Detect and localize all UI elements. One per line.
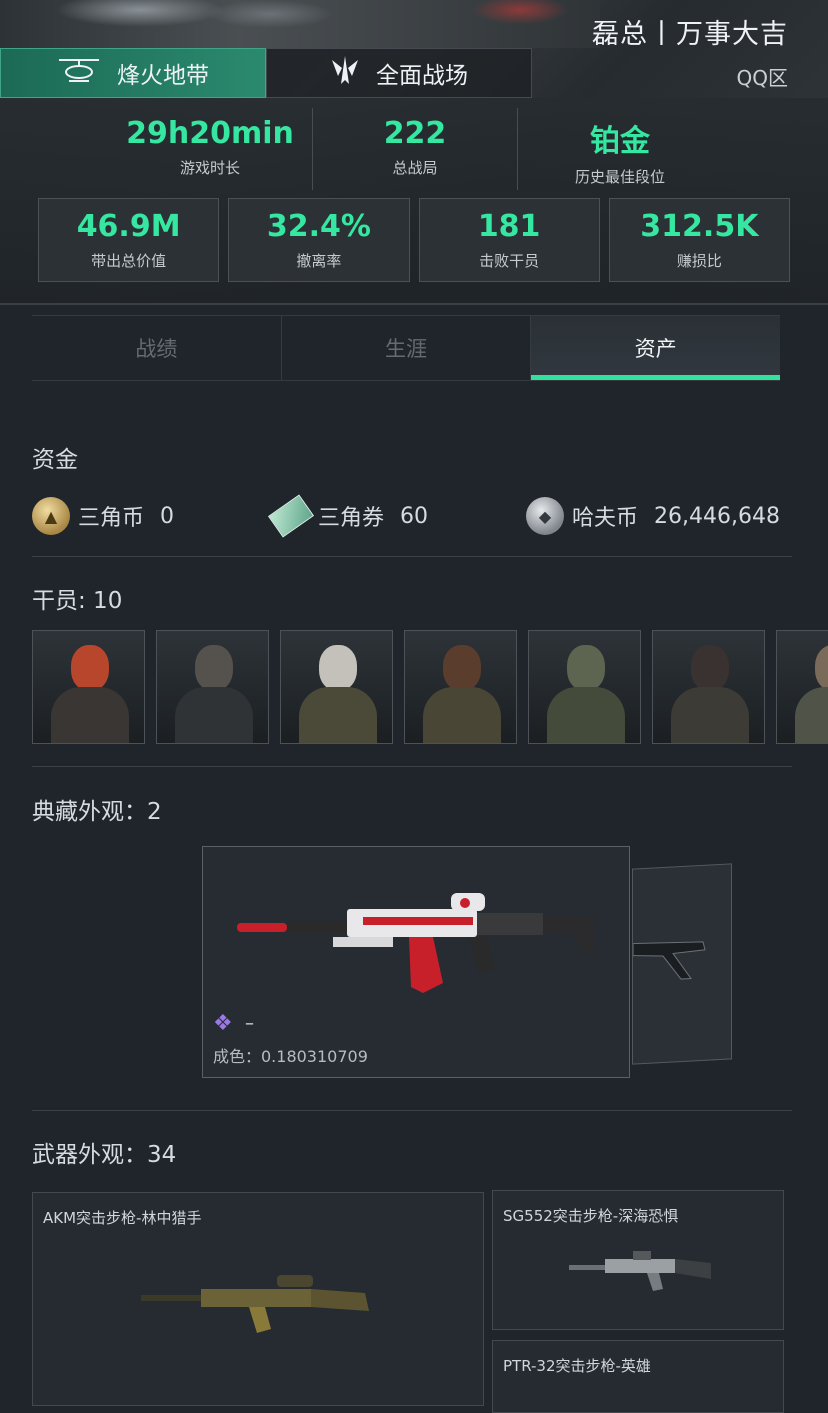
detail-stats: 46.9M 带出总价值 32.4% 撤离率 181 击败干员 312.5K 赚损… [38,198,790,282]
collection-card-next[interactable] [632,863,732,1065]
agent-card[interactable] [32,630,145,744]
agent-card[interactable] [156,630,269,744]
skin-wear: 成色：0.180310709 [213,1047,368,1066]
rifle-image [237,893,593,993]
currency-triangle-coin: ▲ 三角币 0 [32,497,272,535]
funds-title: 资金 [32,447,78,473]
agent-card[interactable] [280,630,393,744]
stat-best-rank: 铂金 历史最佳段位 [518,108,722,190]
agent-portrait [443,645,481,691]
stats-panel: 29h20min 游戏时长 222 总战局 铂金 历史最佳段位 46.9M 带出… [0,98,828,305]
currency-name: 三角币 [78,506,145,531]
section-tabs: 战绩 生涯 资产 [32,315,781,381]
currency-value: 60 [400,503,429,529]
weapon-skin-card[interactable]: PTR-32突击步枪-英雄 [492,1340,784,1413]
divider [32,766,792,767]
stat-value: 29h20min [126,116,294,151]
stat-agents-defeated: 181 击败干员 [418,198,600,282]
agent-portrait [319,645,357,691]
agent-portrait [567,645,605,691]
stat-total-value: 46.9M 带出总价值 [38,198,220,282]
agent-card[interactable] [652,630,765,744]
stat-label: 历史最佳段位 [574,168,665,186]
weapon-skin-name: AKM突击步枪-林中猎手 [43,1209,202,1227]
tab-mode-battlefield[interactable]: 全面战场 [266,48,532,98]
mode-tabs: 烽火地带 全面战场 [0,48,532,98]
divider [32,1110,792,1111]
currency-row: ▲ 三角币 0 三角券 60 ◆ 哈夫币 26,446,648 [32,494,792,538]
stat-label: 击败干员 [479,252,540,270]
player-name: 磊总丨万事大吉 [592,19,788,50]
currency-value: 0 [160,503,175,529]
helicopter-icon [57,55,101,91]
weapon-skin-name: SG552突击步枪-深海恐惧 [503,1207,679,1225]
stat-label: 带出总价值 [91,252,167,270]
collection-title: 典藏外观：2 [32,799,162,825]
stat-extract-rate: 32.4% 撤离率 [228,198,410,282]
currency-value: 26,446,648 [654,503,780,529]
tab-assets[interactable]: 资产 [530,316,781,380]
skin-name: – [245,1013,254,1034]
weapon-skin-card[interactable]: AKM突击步枪-林中猎手 [32,1192,484,1406]
stat-value: 32.4% [266,209,371,244]
tab-record[interactable]: 战绩 [32,316,281,380]
currency-name: 三角券 [318,506,385,531]
rifle-image [569,1251,711,1291]
triangle-coin-icon: ▲ [32,497,70,535]
tab-mode-label: 烽火地带 [117,63,209,89]
agent-card[interactable] [404,630,517,744]
collection-card[interactable]: ❖ – 成色：0.180310709 [202,846,630,1078]
stat-label: 赚损比 [676,252,722,270]
weapon-skins-title: 武器外观：34 [32,1142,177,1168]
stat-profit-ratio: 312.5K 赚损比 [608,198,790,282]
stat-value: 铂金 [590,124,650,159]
rarity-icon: ❖ [213,1011,233,1036]
currency-triangle-ticket: 三角券 60 [267,494,526,538]
weapon-skin-name: PTR-32突击步枪-英雄 [503,1357,651,1375]
agent-portrait [195,645,233,691]
agent-portrait [815,645,828,691]
stat-value: 46.9M [76,209,181,244]
tab-mode-operations[interactable]: 烽火地带 [0,48,266,98]
divider [32,556,792,557]
agent-list [32,630,828,744]
agent-portrait [71,645,109,691]
region-label: QQ区 [736,66,788,90]
stat-value: 312.5K [640,209,759,244]
stat-total-matches: 222 总战局 [313,108,518,190]
tab-career[interactable]: 生涯 [280,316,531,380]
stat-label: 游戏时长 [179,159,240,177]
agent-card[interactable] [528,630,641,744]
agent-portrait [691,645,729,691]
stat-play-time: 29h20min 游戏时长 [108,108,313,190]
stat-value: 222 [383,116,447,151]
header-banner-art [0,0,600,48]
currency-haf-coin: ◆ 哈夫币 26,446,648 [526,497,780,535]
stat-label: 撤离率 [296,252,342,270]
wing-emblem-icon [330,54,360,92]
rifle-image [141,1275,369,1333]
triangle-ticket-icon [267,494,315,538]
currency-name: 哈夫币 [572,506,639,531]
agent-card[interactable] [776,630,828,744]
tab-mode-label: 全面战场 [376,63,468,89]
profile-header: 磊总丨万事大吉 QQ区 烽火地带 全面战场 29h20min 游戏时长 222 … [0,0,828,305]
stat-label: 总战局 [392,159,438,177]
summary-stats: 29h20min 游戏时长 222 总战局 铂金 历史最佳段位 [108,108,722,190]
weapon-skin-card[interactable]: SG552突击步枪-深海恐惧 [492,1190,784,1330]
haf-coin-icon: ◆ [526,497,564,535]
agents-title: 干员: 10 [32,588,123,614]
stat-value: 181 [477,209,541,244]
